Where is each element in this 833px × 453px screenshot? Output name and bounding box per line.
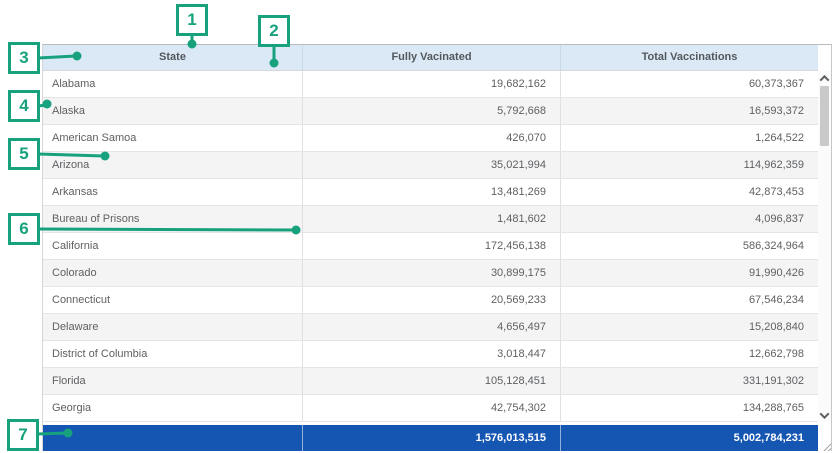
cell-total-vaccinations: 16,593,372: [561, 98, 818, 124]
table-row[interactable]: Alaska 5,792,668 16,593,372: [43, 98, 818, 125]
cell-fully-vaccinated: 3,018,447: [303, 341, 561, 367]
cell-fully-vaccinated: 19,682,162: [303, 71, 561, 97]
cell-fully-vaccinated: 426,070: [303, 125, 561, 151]
table-row[interactable]: Bureau of Prisons 1,481,602 4,096,837: [43, 206, 818, 233]
cell-state: Alabama: [43, 71, 303, 97]
totals-row: 1,576,013,515 5,002,784,231: [43, 425, 818, 451]
annotation-marker-2: 2: [258, 15, 290, 47]
cell-state: Connecticut: [43, 287, 303, 313]
cell-fully-vaccinated: 5,792,668: [303, 98, 561, 124]
table-row[interactable]: Florida 105,128,451 331,191,302: [43, 368, 818, 395]
cell-fully-vaccinated: 1,481,602: [303, 206, 561, 232]
annotation-label: 6: [19, 219, 28, 239]
cell-fully-vaccinated: 4,656,497: [303, 314, 561, 340]
table-row[interactable]: District of Columbia 3,018,447 12,662,79…: [43, 341, 818, 368]
annotation-marker-1: 1: [176, 4, 208, 36]
cell-fully-vaccinated: 30,899,175: [303, 260, 561, 286]
table-row[interactable]: Connecticut 20,569,233 67,546,234: [43, 287, 818, 314]
column-header-total-vaccinations[interactable]: Total Vaccinations: [561, 45, 818, 71]
annotation-label: 1: [187, 10, 196, 30]
cell-state: Georgia: [43, 395, 303, 421]
cell-fully-vaccinated: 35,021,994: [303, 152, 561, 178]
annotation-label: 2: [269, 21, 278, 41]
cell-state: American Samoa: [43, 125, 303, 151]
cell-total-vaccinations: 1,264,522: [561, 125, 818, 151]
cell-total-vaccinations: 114,962,359: [561, 152, 818, 178]
cell-total-vaccinations: 586,324,964: [561, 233, 818, 259]
cell-total-vaccinations: 4,096,837: [561, 206, 818, 232]
totals-cell-fully-vaccinated: 1,576,013,515: [303, 425, 561, 451]
cell-total-vaccinations: 331,191,302: [561, 368, 818, 394]
annotation-label: 5: [19, 144, 28, 164]
annotation-label: 3: [19, 48, 28, 68]
totals-cell-total-vaccinations: 5,002,784,231: [561, 425, 818, 451]
totals-cell-state: [43, 425, 303, 451]
annotation-label: 7: [18, 425, 27, 445]
column-header-state[interactable]: State: [43, 45, 303, 71]
annotation-marker-6: 6: [8, 213, 40, 245]
table-row[interactable]: Alabama 19,682,162 60,373,367: [43, 71, 818, 98]
cell-fully-vaccinated: 20,569,233: [303, 287, 561, 313]
table-row[interactable]: California 172,456,138 586,324,964: [43, 233, 818, 260]
cell-total-vaccinations: 134,288,765: [561, 395, 818, 421]
chevron-down-icon: [820, 409, 830, 419]
cell-state: Arkansas: [43, 179, 303, 205]
cell-fully-vaccinated: 105,128,451: [303, 368, 561, 394]
cell-total-vaccinations: 91,990,426: [561, 260, 818, 286]
scroll-down-button[interactable]: [818, 408, 831, 422]
table-row[interactable]: Delaware 4,656,497 15,208,840: [43, 314, 818, 341]
cell-total-vaccinations: 12,662,798: [561, 341, 818, 367]
vertical-scrollbar[interactable]: [818, 71, 831, 422]
cell-fully-vaccinated: 42,754,302: [303, 395, 561, 421]
annotation-marker-5: 5: [8, 138, 40, 170]
cell-state: California: [43, 233, 303, 259]
list-table-widget: State Fully Vacinated Total Vaccinations…: [42, 44, 832, 451]
cell-total-vaccinations: 15,208,840: [561, 314, 818, 340]
cell-total-vaccinations: 67,546,234: [561, 287, 818, 313]
annotation-marker-3: 3: [8, 42, 40, 74]
cell-state: Florida: [43, 368, 303, 394]
cell-state: Delaware: [43, 314, 303, 340]
table-row[interactable]: American Samoa 426,070 1,264,522: [43, 125, 818, 152]
resize-grip-icon[interactable]: [823, 443, 831, 451]
cell-state: Bureau of Prisons: [43, 206, 303, 232]
scrollbar-thumb[interactable]: [820, 86, 829, 146]
cell-fully-vaccinated: 13,481,269: [303, 179, 561, 205]
scroll-up-button[interactable]: [818, 71, 831, 85]
cell-total-vaccinations: 60,373,367: [561, 71, 818, 97]
table-header-row: State Fully Vacinated Total Vaccinations: [43, 45, 818, 71]
annotation-marker-4: 4: [8, 90, 40, 122]
table-row[interactable]: Colorado 30,899,175 91,990,426: [43, 260, 818, 287]
cell-fully-vaccinated: 172,456,138: [303, 233, 561, 259]
table-row[interactable]: Arkansas 13,481,269 42,873,453: [43, 179, 818, 206]
cell-state: District of Columbia: [43, 341, 303, 367]
annotation-label: 4: [19, 96, 28, 116]
table-row[interactable]: Georgia 42,754,302 134,288,765: [43, 395, 818, 422]
cell-state: Arizona: [43, 152, 303, 178]
table-body: Alabama 19,682,162 60,373,367 Alaska 5,7…: [43, 71, 818, 422]
cell-total-vaccinations: 42,873,453: [561, 179, 818, 205]
table-row[interactable]: Arizona 35,021,994 114,962,359: [43, 152, 818, 179]
cell-state: Colorado: [43, 260, 303, 286]
cell-state: Alaska: [43, 98, 303, 124]
chevron-up-icon: [820, 74, 830, 84]
annotation-marker-7: 7: [7, 419, 39, 451]
column-header-fully-vaccinated[interactable]: Fully Vacinated: [303, 45, 561, 71]
data-table: State Fully Vacinated Total Vaccinations…: [43, 45, 818, 451]
